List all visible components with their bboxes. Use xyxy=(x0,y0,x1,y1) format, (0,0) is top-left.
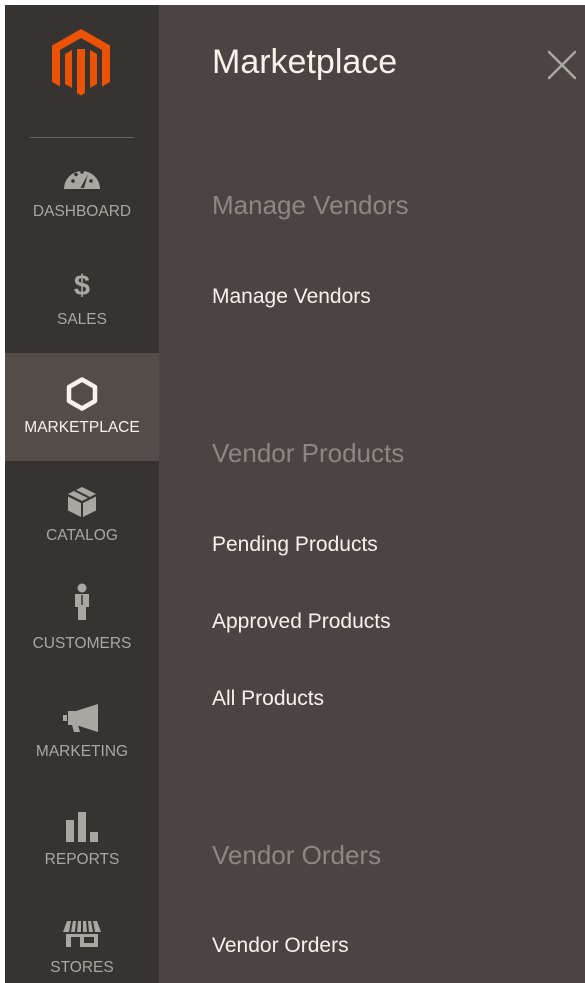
admin-sidebar: DASHBOARD $ SALES MARKETPLACE CATALOG CU… xyxy=(5,5,159,983)
megaphone-icon xyxy=(5,701,159,735)
magento-logo-icon[interactable] xyxy=(50,27,112,99)
cube-icon xyxy=(5,485,159,519)
nav-item-customers[interactable]: CUSTOMERS xyxy=(5,583,159,693)
menu-link-vendor-orders[interactable]: Vendor Orders xyxy=(212,934,349,958)
nav-label-catalog: CATALOG xyxy=(46,527,118,544)
section-title-vendor-orders: Vendor Orders xyxy=(212,840,382,870)
close-icon xyxy=(547,50,577,80)
menu-link-manage-vendors[interactable]: Manage Vendors xyxy=(212,285,371,309)
nav-label-stores: STORES xyxy=(50,959,114,976)
menu-link-pending-products[interactable]: Pending Products xyxy=(212,533,378,557)
close-button[interactable] xyxy=(542,45,582,85)
person-icon xyxy=(5,583,159,620)
nav-label-reports: REPORTS xyxy=(44,851,120,868)
logo-divider xyxy=(30,137,134,138)
speedometer-icon xyxy=(5,161,159,195)
panel-title: Marketplace xyxy=(212,43,398,81)
section-title-vendor-products: Vendor Products xyxy=(212,438,405,468)
nav-label-marketplace: MARKETPLACE xyxy=(24,419,140,436)
nav-item-dashboard[interactable]: DASHBOARD xyxy=(5,153,159,261)
storefront-icon xyxy=(5,917,159,951)
nav-item-marketplace[interactable]: MARKETPLACE xyxy=(5,353,159,461)
nav-item-stores[interactable]: STORES xyxy=(5,909,159,983)
nav-label-customers: CUSTOMERS xyxy=(32,635,132,652)
nav-label-sales: SALES xyxy=(57,311,107,328)
dollar-icon: $ xyxy=(73,270,91,302)
menu-link-approved-products[interactable]: Approved Products xyxy=(212,610,391,634)
nav-label-dashboard: DASHBOARD xyxy=(32,203,132,220)
nav-item-catalog[interactable]: CATALOG xyxy=(5,477,159,585)
marketplace-flyout-panel: Marketplace Manage Vendors Manage Vendor… xyxy=(159,5,585,983)
nav-item-reports[interactable]: REPORTS xyxy=(5,801,159,909)
nav-label-marketing: MARKETING xyxy=(35,743,129,760)
menu-link-all-products[interactable]: All Products xyxy=(212,687,324,711)
bar-chart-icon xyxy=(5,809,159,843)
nav-item-marketing[interactable]: MARKETING xyxy=(5,693,159,801)
section-title-manage-vendors: Manage Vendors xyxy=(212,190,409,220)
hexagon-icon xyxy=(5,377,159,411)
admin-menu-frame: DASHBOARD $ SALES MARKETPLACE CATALOG CU… xyxy=(5,5,585,983)
